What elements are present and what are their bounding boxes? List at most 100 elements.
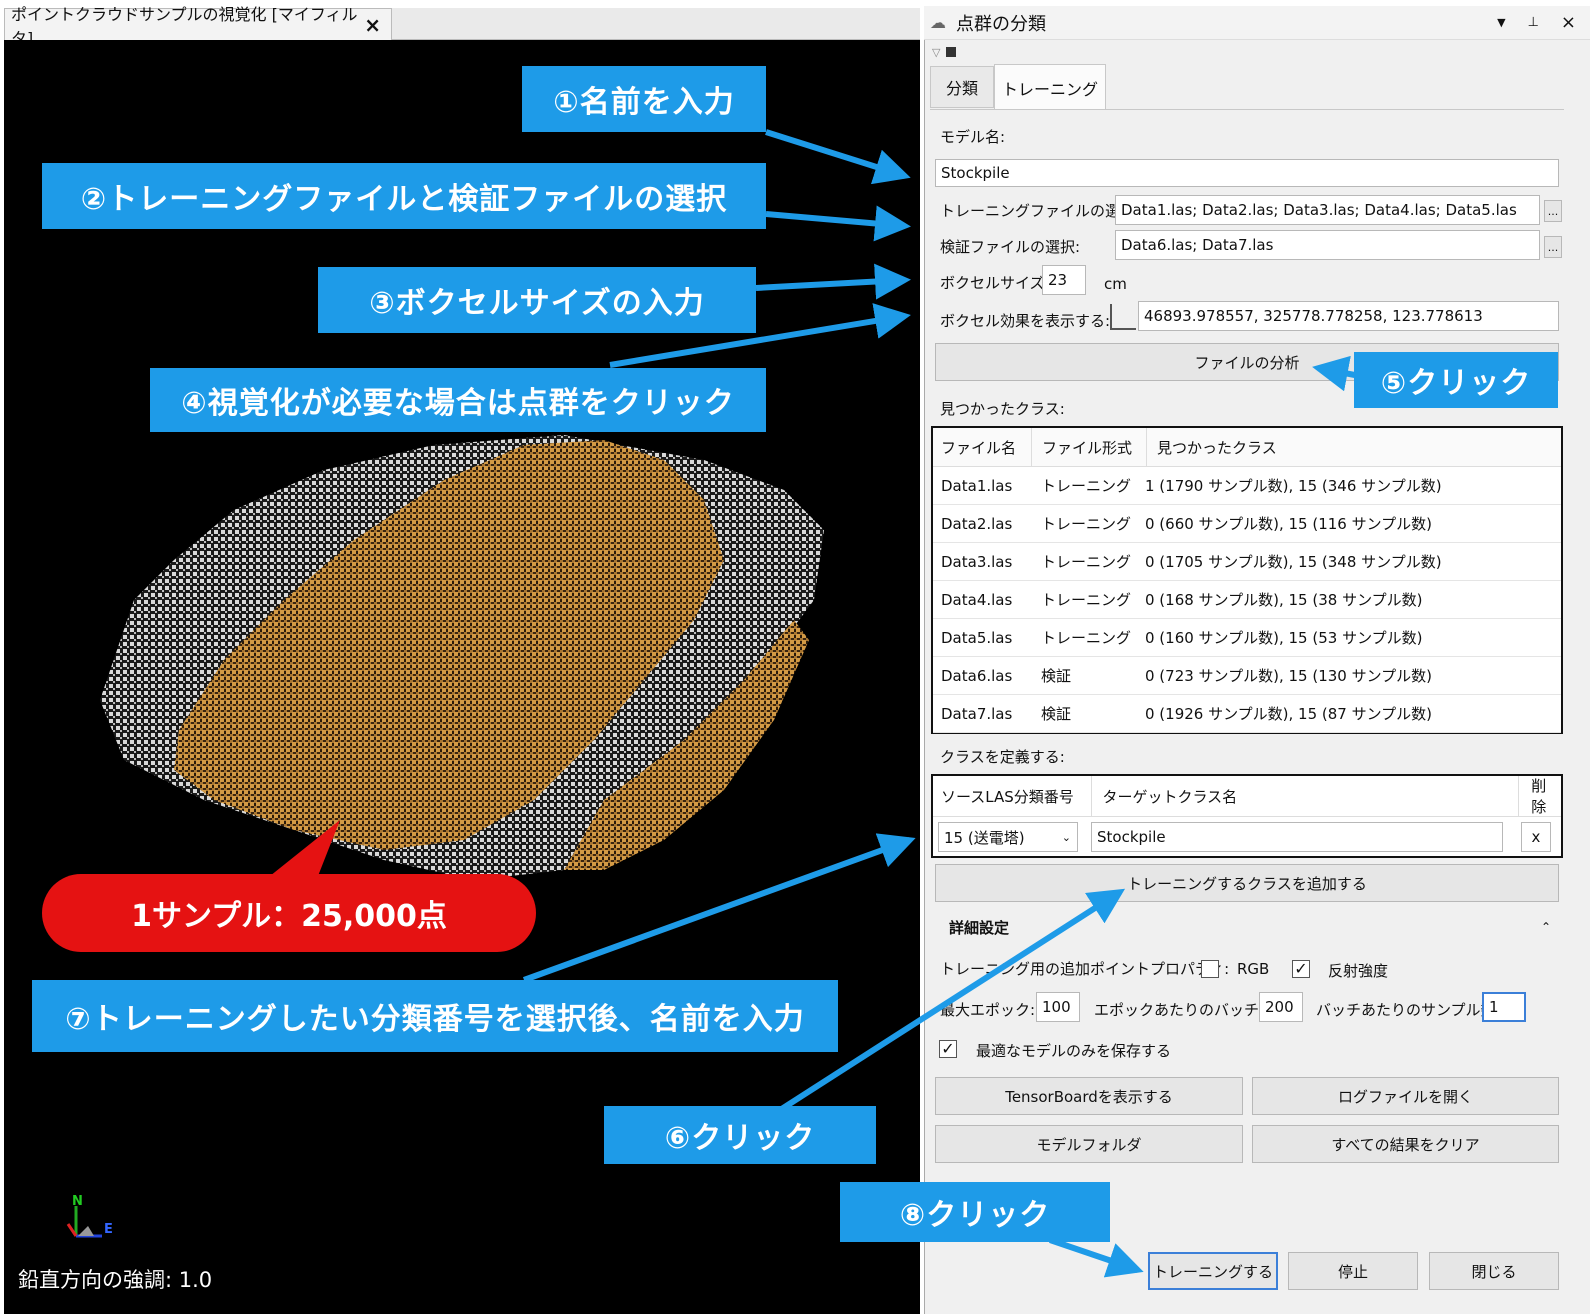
validation-files-label: 検証ファイルの選択: xyxy=(940,238,1081,256)
target-class-input[interactable]: Stockpile xyxy=(1091,822,1503,852)
validation-files-input[interactable]: Data6.las; Data7.las xyxy=(1115,230,1540,260)
close-button[interactable]: 閉じる xyxy=(1429,1252,1559,1290)
found-class-row[interactable]: Data3.las トレーニング 0 (1705 サンプル数), 15 (348 サ… xyxy=(933,543,1561,581)
batches-per-epoch-input[interactable]: 200 xyxy=(1259,992,1303,1022)
close-panel-icon[interactable]: × xyxy=(1561,12,1576,33)
chevron-down-icon: ⌄ xyxy=(1061,830,1071,844)
col-target-class: ターゲットクラス名 xyxy=(1092,776,1520,816)
found-classes-label: 見つかったクラス: xyxy=(940,400,1065,418)
training-files-browse-button[interactable]: ... xyxy=(1544,200,1562,222)
collapse-up-icon[interactable]: ⌃ xyxy=(1541,920,1551,934)
dropdown-icon[interactable]: ▼ xyxy=(1497,16,1505,29)
col-source-las: ソースLAS分類番号 xyxy=(933,776,1093,816)
model-name-input[interactable]: Stockpile xyxy=(935,159,1559,187)
callout-4: ④視覚化が必要な場合は点群をクリック xyxy=(150,368,766,432)
row-filename: Data7.las xyxy=(941,704,1013,723)
validation-files-browse-button[interactable]: ... xyxy=(1544,236,1562,258)
train-button[interactable]: トレーニングする xyxy=(1148,1252,1278,1290)
found-class-row[interactable]: Data5.las トレーニング 0 (160 サンプル数), 15 (53 サンプ… xyxy=(933,619,1561,657)
row-filetype: トレーニング xyxy=(1041,629,1132,647)
found-class-row[interactable]: Data7.las 検証 0 (1926 サンプル数), 15 (87 サンプル数) xyxy=(933,695,1561,733)
tab-training[interactable]: トレーニング xyxy=(994,64,1106,110)
viewer-tabstrip xyxy=(392,8,920,40)
voxel-effect-coordinates-input[interactable]: 46893.978557, 325778.778258, 123.778613 xyxy=(1138,301,1559,331)
vertical-emphasis-label: 鉛直方向の強調: 1.0 xyxy=(18,1268,213,1292)
max-epoch-input[interactable]: 100 xyxy=(1036,992,1080,1022)
clear-results-button[interactable]: すべての結果をクリア xyxy=(1252,1125,1559,1163)
save-best-check-mark: ✓ xyxy=(941,1039,955,1058)
model-folder-button[interactable]: モデルフォルダ xyxy=(935,1125,1243,1163)
found-classes-table: ファイル名 ファイル形式 見つかったクラス Data1.las トレーニング 1 (… xyxy=(931,426,1563,734)
found-class-row[interactable]: Data2.las トレーニング 0 (660 サンプル数), 15 (116 サン… xyxy=(933,505,1561,543)
row-filename: Data2.las xyxy=(941,514,1013,533)
col-filename: ファイル名 xyxy=(933,428,1032,466)
row-found-classes: 0 (660 サンプル数), 15 (116 サンプル数) xyxy=(1145,515,1433,533)
panel-titlebar: ☁ 点群の分類 ▼ ⊥ × xyxy=(924,6,1590,40)
row-filename: Data5.las xyxy=(941,628,1013,647)
training-files-input[interactable]: Data1.las; Data2.las; Data3.las; Data4.l… xyxy=(1115,195,1540,225)
voxel-unit-label: cm xyxy=(1104,275,1127,293)
callout-7: ⑦トレーニングしたい分類番号を選択後、名前を入力 xyxy=(32,980,838,1052)
found-class-row[interactable]: Data1.las トレーニング 1 (1790 サンプル数), 15 (346 サ… xyxy=(933,467,1561,505)
row-found-classes: 0 (1705 サンプル数), 15 (348 サンプル数) xyxy=(1145,553,1442,571)
save-best-checkbox[interactable]: ✓ xyxy=(939,1040,957,1058)
toolbar: ▽ xyxy=(932,42,972,62)
voxel-effect-label: ボクセル効果を表示する: xyxy=(940,312,1111,330)
axis-e-label: E xyxy=(104,1222,113,1237)
samples-per-batch-input[interactable]: 1 xyxy=(1482,992,1526,1022)
row-filetype: トレーニング xyxy=(1041,553,1132,571)
row-filetype: トレーニング xyxy=(1041,515,1132,533)
row-filename: Data4.las xyxy=(941,590,1013,609)
panel-title: 点群の分類 xyxy=(956,13,1046,35)
tab-classify-label: 分類 xyxy=(945,79,978,98)
rgb-label: RGB xyxy=(1237,960,1270,978)
intensity-label: 反射強度 xyxy=(1328,962,1389,980)
tab-training-label: トレーニング xyxy=(1001,79,1098,99)
advanced-settings-header[interactable]: 詳細設定 ⌃ xyxy=(935,909,1559,945)
window-icon[interactable] xyxy=(946,47,957,57)
found-classes-rows: Data1.las トレーニング 1 (1790 サンプル数), 15 (346 サ… xyxy=(933,467,1561,733)
row-found-classes: 0 (168 サンプル数), 15 (38 サンプル数) xyxy=(1145,591,1423,609)
tab-classify[interactable]: 分類 xyxy=(930,66,994,108)
open-log-button[interactable]: ログファイルを開く xyxy=(1252,1077,1559,1115)
model-name-label: モデル名: xyxy=(940,128,1006,146)
row-filename: Data3.las xyxy=(941,552,1013,571)
define-classes-label: クラスを定義する: xyxy=(940,748,1065,766)
stop-button[interactable]: 停止 xyxy=(1288,1252,1418,1290)
found-classes-header: ファイル名 ファイル形式 見つかったクラス xyxy=(933,428,1561,467)
found-class-row[interactable]: Data6.las 検証 0 (723 サンプル数), 15 (130 サンプル数) xyxy=(933,657,1561,695)
pin-icon[interactable]: ⊥ xyxy=(1528,15,1539,30)
close-icon[interactable]: × xyxy=(364,13,381,37)
row-found-classes: 0 (1926 サンプル数), 15 (87 サンプル数) xyxy=(1145,705,1433,723)
row-filetype: 検証 xyxy=(1041,667,1072,685)
advanced-settings-title: 詳細設定 xyxy=(949,918,1010,937)
col-filetype: ファイル形式 xyxy=(1032,428,1147,466)
tensorboard-button[interactable]: TensorBoardを表示する xyxy=(935,1077,1243,1115)
row-filename: Data1.las xyxy=(941,476,1013,495)
training-files-label: トレーニングファイルの選択: xyxy=(940,202,1141,220)
intensity-checkbox[interactable]: ✓ xyxy=(1292,960,1310,978)
add-training-class-button[interactable]: トレーニングするクラスを追加する xyxy=(935,864,1559,902)
voxel-effect-pick-button[interactable] xyxy=(1110,304,1136,330)
define-classes-table: ソースLAS分類番号 ターゲットクラス名 削除 15 (送電塔) ⌄ Stock… xyxy=(931,774,1563,858)
row-found-classes: 0 (160 サンプル数), 15 (53 サンプル数) xyxy=(1145,629,1423,647)
define-classes-header: ソースLAS分類番号 ターゲットクラス名 削除 xyxy=(933,776,1561,817)
voxel-size-input[interactable]: 23 xyxy=(1042,265,1086,295)
row-filetype: 検証 xyxy=(1041,705,1072,723)
rgb-checkbox[interactable] xyxy=(1201,960,1219,978)
cloud-icon: ☁ xyxy=(930,13,946,32)
callout-3: ③ボクセルサイズの入力 xyxy=(318,267,756,333)
collapse-icon[interactable]: ▽ xyxy=(932,46,940,59)
viewer-tab[interactable]: ポイントクラウドサンプルの視覚化 [マイフィルタ] × xyxy=(4,5,392,48)
row-filetype: トレーニング xyxy=(1041,591,1132,609)
found-class-row[interactable]: Data4.las トレーニング 0 (168 サンプル数), 15 (38 サンプ… xyxy=(933,581,1561,619)
row-found-classes: 0 (723 サンプル数), 15 (130 サンプル数) xyxy=(1145,667,1433,685)
extra-props-label: トレーニング用の追加ポイントプロパティ: xyxy=(940,960,1230,978)
col-delete: 削除 xyxy=(1531,777,1547,816)
delete-class-button[interactable]: x xyxy=(1521,822,1551,852)
callout-8: ⑧クリック xyxy=(840,1182,1110,1242)
save-best-label: 最適なモデルのみを保存する xyxy=(976,1042,1172,1060)
voxel-size-label: ボクセルサイズ: xyxy=(940,274,1050,292)
callout-5: ⑤クリック xyxy=(1354,352,1558,408)
source-class-select[interactable]: 15 (送電塔) ⌄ xyxy=(938,822,1078,852)
